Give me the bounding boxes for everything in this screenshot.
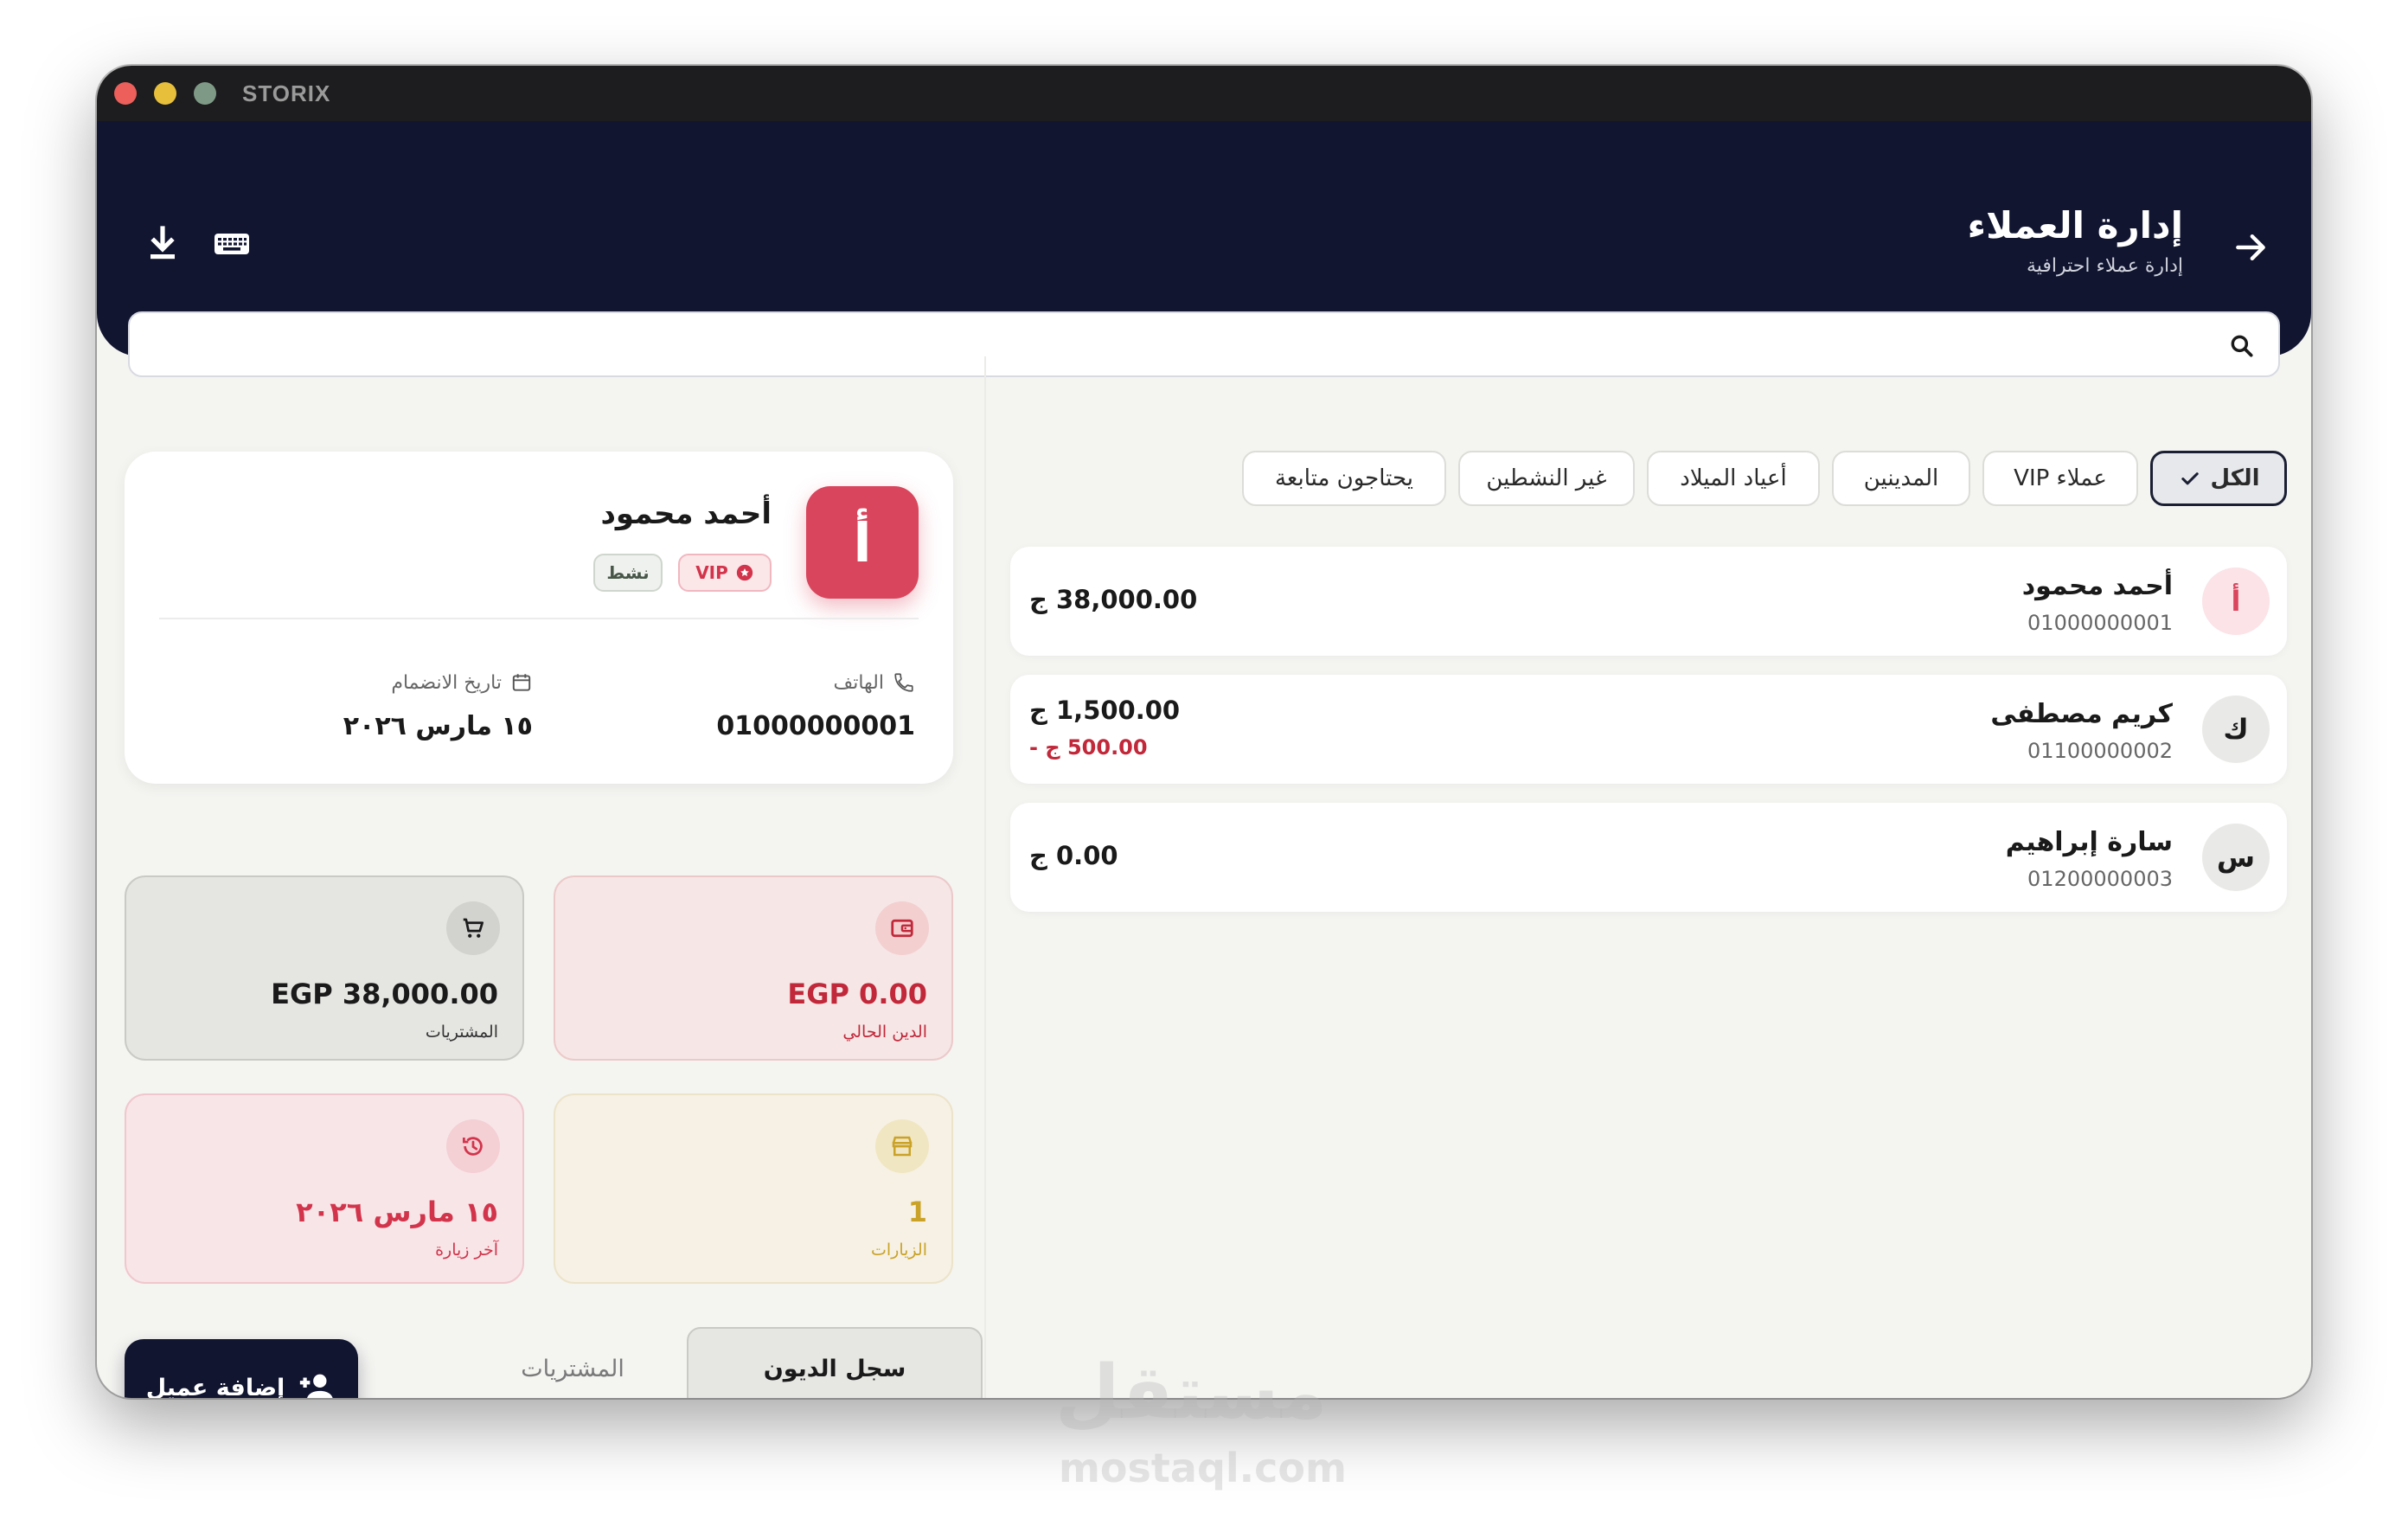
calendar-icon	[512, 674, 531, 691]
app-name: STORIX	[242, 80, 331, 106]
tab-debts-log[interactable]: سجل الديون	[687, 1327, 983, 1398]
filter-chip-all-label: الكل	[2210, 465, 2260, 491]
profile-name: أحمد محمود	[600, 497, 772, 531]
customer-amount: 0.00 ج	[1029, 841, 1118, 870]
arrow-right-icon[interactable]	[2232, 228, 2270, 266]
customer-avatar: أ	[2202, 567, 2270, 635]
stat-last-visit-label: آخر زيارة	[435, 1241, 498, 1260]
customer-avatar: ك	[2202, 696, 2270, 763]
page-subtitle: إدارة عملاء احترافية	[2026, 255, 2183, 277]
stat-current-debt-label: الدين الحالي	[842, 1023, 927, 1042]
filter-chip-all[interactable]: الكل	[2150, 451, 2287, 506]
join-date-value: ١٥ مارس ٢٠٢٦	[343, 711, 533, 741]
customer-row[interactable]: س سارة إبراهيم 01200000003 0.00 ج	[1010, 803, 2287, 912]
customer-row[interactable]: ك كريم مصطفى 01100000002 1,500.00 ج 500.…	[1010, 675, 2287, 784]
customer-avatar: س	[2202, 824, 2270, 891]
vip-badge-label: VIP	[695, 562, 728, 583]
store-icon	[875, 1119, 929, 1173]
add-customer-button[interactable]: إضافة عميل	[125, 1339, 358, 1398]
minimize-window-button[interactable]	[154, 82, 176, 105]
history-icon	[446, 1119, 500, 1173]
stat-purchases-value: EGP 38,000.00	[271, 978, 498, 1010]
customer-name: سارة إبراهيم	[2005, 827, 2173, 857]
phone-value: 01000000001	[716, 711, 915, 741]
stat-purchases: EGP 38,000.00 المشتريات	[125, 875, 524, 1061]
join-date-label: تاريخ الانضمام	[391, 671, 502, 694]
customer-phone: 01200000003	[2027, 867, 2173, 891]
tab-purchases[interactable]: المشتريات	[486, 1327, 659, 1398]
phone-label: الهاتف	[833, 671, 884, 694]
pane-divider	[984, 356, 986, 1398]
title-block: إدارة العملاء إدارة عملاء احترافية	[1968, 204, 2183, 277]
filter-chip-birthdays[interactable]: أعياد الميلاد	[1647, 451, 1820, 506]
filter-chip-inactive[interactable]: غير النشطين	[1458, 451, 1635, 506]
wallet-icon	[875, 901, 929, 955]
stat-last-visit: ١٥ مارس ٢٠٢٦ آخر زيارة	[125, 1093, 524, 1284]
check-icon	[2181, 472, 2199, 485]
filter-chip-debtors[interactable]: المدينين	[1832, 451, 1970, 506]
add-customer-label: إضافة عميل	[145, 1374, 285, 1399]
title-bar: STORIX	[97, 66, 2311, 121]
customer-phone: 01000000001	[2027, 611, 2173, 635]
stat-visits-label: الزيارات	[871, 1241, 927, 1260]
customer-phone: 01100000002	[2027, 739, 2173, 763]
card-divider	[159, 618, 919, 619]
close-window-button[interactable]	[114, 82, 137, 105]
page-title: إدارة العملاء	[1967, 204, 2183, 247]
cart-icon	[446, 901, 500, 955]
join-date-label-row: تاريخ الانضمام	[391, 671, 533, 694]
customer-debt: 500.00 ج -	[1029, 735, 1148, 760]
filter-chip-vip[interactable]: عملاء VIP	[1982, 451, 2138, 506]
customer-amount: 1,500.00 ج	[1029, 696, 1181, 725]
keyboard-icon[interactable]	[211, 223, 253, 265]
stat-visits-value: 1	[907, 1196, 927, 1228]
status-badge: نشط	[593, 554, 663, 592]
customer-name: أحمد محمود	[2021, 571, 2173, 601]
watermark-logo: مستقل	[1055, 1350, 1328, 1436]
add-user-icon	[300, 1374, 333, 1398]
app-window: STORIX إدارة العملاء إدارة عملاء احترافي…	[97, 66, 2311, 1398]
customer-amount: 38,000.00 ج	[1029, 585, 1198, 614]
filter-chip-followup[interactable]: يحتاجون متابعة	[1242, 451, 1446, 506]
customer-details-pane: أ أحمد محمود VIP نشط الهاتف 01000000001	[97, 356, 984, 1398]
stat-current-debt: EGP 0.00 الدين الحالي	[554, 875, 953, 1061]
stat-visits: 1 الزيارات	[554, 1093, 953, 1284]
phone-label-row: الهاتف	[833, 671, 915, 694]
download-icon[interactable]	[142, 223, 183, 265]
customer-row[interactable]: أ أحمد محمود 01000000001 38,000.00 ج	[1010, 547, 2287, 656]
search-icon[interactable]	[2228, 332, 2256, 360]
stat-last-visit-value: ١٥ مارس ٢٠٢٦	[296, 1196, 498, 1228]
vip-badge: VIP	[678, 554, 772, 592]
stat-current-debt-value: EGP 0.00	[787, 978, 927, 1010]
watermark-text: mostaql.com	[1059, 1445, 1347, 1491]
customer-name: كريم مصطفى	[1990, 699, 2173, 729]
zoom-window-button[interactable]	[194, 82, 216, 105]
stat-purchases-label: المشتريات	[425, 1023, 498, 1042]
profile-avatar: أ	[806, 486, 919, 599]
phone-icon	[894, 673, 913, 692]
header: إدارة العملاء إدارة عملاء احترافية	[97, 121, 2311, 377]
profile-card: أ أحمد محمود VIP نشط الهاتف 01000000001	[125, 452, 953, 784]
star-icon	[736, 564, 752, 581]
